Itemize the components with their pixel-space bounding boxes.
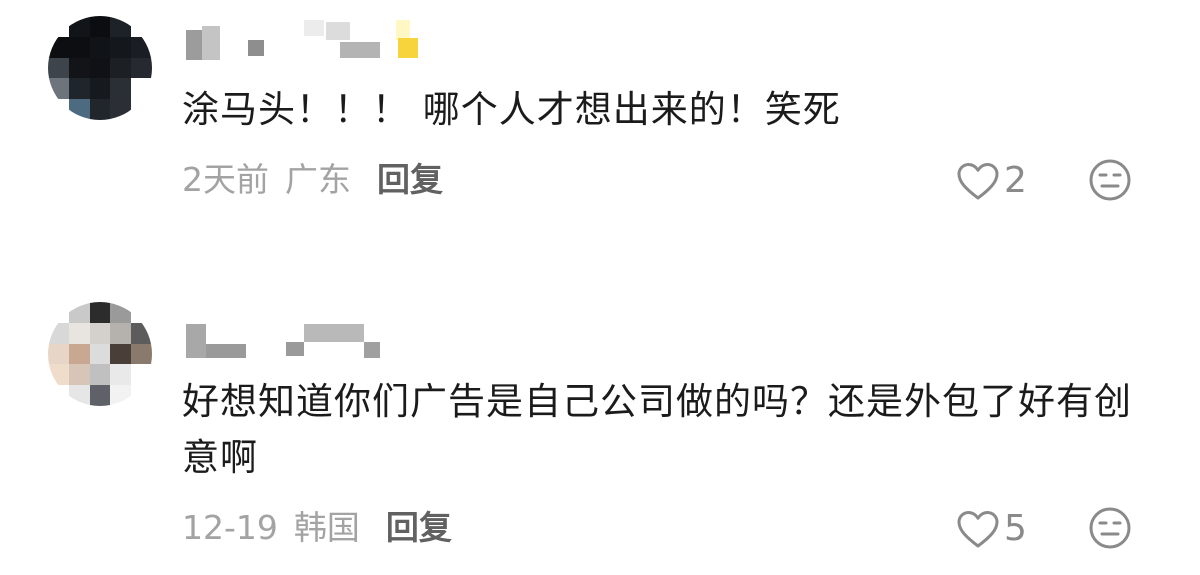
- avatar[interactable]: [48, 302, 152, 406]
- avatar-pixel: [89, 57, 111, 79]
- avatar-pixel: [110, 343, 132, 365]
- avatar-pixel: [131, 385, 152, 406]
- like-count: 5: [1004, 508, 1027, 549]
- neutral-face-icon: [1089, 507, 1131, 549]
- avatar-pixel: [89, 322, 111, 344]
- avatar-pixel: [89, 99, 111, 120]
- avatar-pixel: [68, 364, 90, 386]
- avatar-pixel: [110, 385, 132, 406]
- avatar-pixel: [131, 364, 152, 386]
- comment-meta: 12-19 韩国 回复: [182, 508, 452, 548]
- neutral-face-icon: [1089, 159, 1131, 201]
- avatar-pixel: [48, 385, 69, 406]
- avatar-pixel: [131, 322, 152, 344]
- avatar-pixel: [89, 78, 111, 100]
- avatar-pixel: [110, 99, 132, 120]
- avatar-pixel: [131, 16, 152, 37]
- avatar-pixel: [110, 302, 132, 323]
- avatar-pixel: [68, 343, 90, 365]
- comment-text: 涂马头！！！ 哪个人才想出来的！笑死: [182, 88, 841, 131]
- avatar-pixel: [68, 57, 90, 79]
- avatar-pixel: [68, 322, 90, 344]
- avatar-pixel: [110, 78, 132, 100]
- heart-icon: [957, 163, 999, 200]
- like-button[interactable]: 5: [956, 506, 1027, 552]
- avatar-pixel: [68, 78, 90, 100]
- avatar-pixel: [131, 57, 152, 79]
- comment-region: 广东: [285, 160, 351, 199]
- avatar-pixel: [48, 343, 69, 365]
- avatar-pixel: [89, 385, 111, 406]
- avatar-pixel: [48, 302, 69, 323]
- comment-text: 好想知道你们广告是自己公司做的吗？还是外包了好有创意啊: [182, 380, 1132, 479]
- like-count: 2: [1004, 160, 1027, 201]
- avatar-pixel: [131, 99, 152, 120]
- avatar-pixel: [68, 36, 90, 58]
- dislike-button[interactable]: [1088, 158, 1132, 202]
- avatar-pixel: [89, 364, 111, 386]
- reply-button[interactable]: 回复: [386, 508, 452, 547]
- avatar-pixel: [48, 322, 69, 344]
- avatar-pixel: [89, 36, 111, 58]
- avatar-pixel: [48, 364, 69, 386]
- avatar-pixel: [131, 78, 152, 100]
- comment-meta: 2天前 广东 回复: [182, 160, 443, 200]
- avatar-pixel: [48, 99, 69, 120]
- avatar-pixel: [110, 322, 132, 344]
- avatar-pixel: [89, 302, 111, 323]
- avatar-pixel: [89, 343, 111, 365]
- avatar-pixel: [68, 99, 90, 120]
- comment-date: 2天前: [182, 160, 269, 199]
- avatar-pixel: [131, 343, 152, 365]
- avatar-pixel: [68, 302, 90, 323]
- avatar-pixel: [131, 302, 152, 323]
- comment-date: 12-19: [182, 508, 278, 547]
- username-blurred[interactable]: [186, 20, 426, 64]
- reply-button[interactable]: 回复: [377, 160, 443, 199]
- avatar-pixel: [110, 36, 132, 58]
- avatar[interactable]: [48, 16, 152, 120]
- like-button[interactable]: 2: [956, 158, 1027, 204]
- avatar-pixel: [68, 385, 90, 406]
- avatar-pixel: [110, 364, 132, 386]
- avatar-pixel: [131, 36, 152, 58]
- comment-item: 好想知道你们广告是自己公司做的吗？还是外包了好有创意啊 12-19 韩国 回复 5: [0, 280, 1200, 575]
- username-blurred[interactable]: [186, 320, 386, 364]
- dislike-button[interactable]: [1088, 506, 1132, 550]
- avatar-pixel: [48, 16, 69, 37]
- avatar-pixel: [48, 36, 69, 58]
- comment-region: 韩国: [293, 508, 360, 547]
- comment-item: 涂马头！！！ 哪个人才想出来的！笑死 2天前 广东 回复 2: [0, 0, 1200, 250]
- avatar-pixel: [110, 57, 132, 79]
- avatar-pixel: [48, 78, 69, 100]
- avatar-pixel: [89, 16, 111, 37]
- heart-icon: [957, 511, 999, 548]
- avatar-pixel: [68, 16, 90, 37]
- avatar-pixel: [110, 16, 132, 37]
- avatar-pixel: [48, 57, 69, 79]
